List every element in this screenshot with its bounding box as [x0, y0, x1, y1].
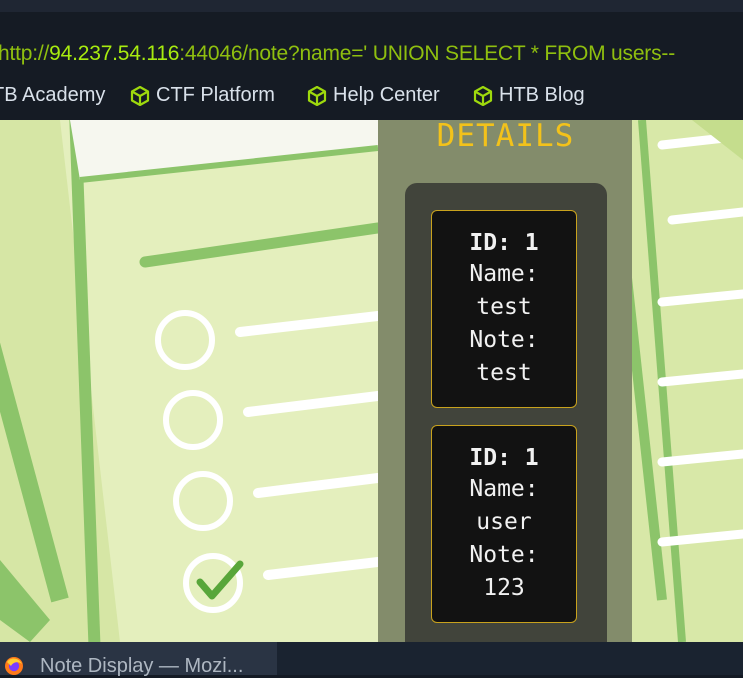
url-protocol: http://	[0, 42, 50, 65]
record-card: ID: 1 Name: test Note: test	[431, 210, 577, 408]
record-note-label: Note:	[469, 327, 539, 353]
cube-icon	[307, 85, 327, 106]
page-content: DETAILS ID: 1 Name: test Note: test ID: …	[0, 120, 743, 642]
bookmark-label: Help Center	[333, 84, 440, 106]
bookmark-help-center[interactable]: Help Center	[307, 84, 440, 107]
details-panel: DETAILS ID: 1 Name: test Note: test ID: …	[378, 120, 633, 642]
bookmark-label: CTF Platform	[156, 84, 275, 106]
record-note: 123	[483, 575, 525, 601]
url-path: :44046/note?name=' UNION SELECT * FROM u…	[179, 42, 675, 65]
cube-icon	[130, 85, 150, 106]
record-note: test	[476, 360, 532, 386]
bookmark-label: HTB Blog	[499, 84, 585, 106]
bookmark-htb-blog[interactable]: HTB Blog	[473, 84, 585, 107]
taskbar: Note Display — Mozi...	[0, 642, 743, 677]
panel-title: DETAILS	[436, 120, 575, 154]
bookmark-academy[interactable]: TB Academy	[0, 84, 105, 107]
bookmarks-toolbar: TB Academy CTF Platform Help Center HTB …	[0, 76, 743, 120]
records-container: ID: 1 Name: test Note: test ID: 1 Name: …	[405, 183, 607, 642]
checklist-illustration	[0, 120, 378, 642]
window-top-strip	[0, 0, 743, 12]
url-text[interactable]: http://94.237.54.116:44046/note?name=' U…	[0, 42, 675, 66]
record-name: user	[476, 509, 532, 535]
record-name: test	[476, 294, 532, 320]
record-id: ID: 1	[469, 445, 539, 471]
cube-icon	[473, 85, 493, 106]
record-note-label: Note:	[469, 542, 539, 568]
url-bar[interactable]: http://94.237.54.116:44046/note?name=' U…	[0, 12, 743, 76]
taskbar-window-note-display[interactable]: Note Display — Mozi...	[0, 642, 277, 677]
url-host: 94.237.54.116	[49, 42, 180, 65]
record-name-label: Name:	[469, 261, 539, 287]
background-illustration-right	[632, 120, 743, 642]
record-id: ID: 1	[469, 230, 539, 256]
bookmark-ctf-platform[interactable]: CTF Platform	[130, 84, 275, 107]
record-card: ID: 1 Name: user Note: 123	[431, 425, 577, 623]
bookmark-label: TB Academy	[0, 84, 106, 106]
firefox-icon	[5, 657, 23, 675]
record-name-label: Name:	[469, 476, 539, 502]
